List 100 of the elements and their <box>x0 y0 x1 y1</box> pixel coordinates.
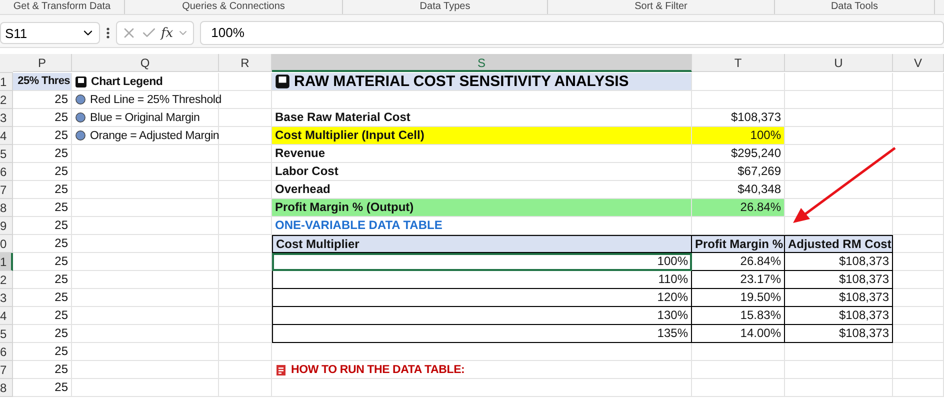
table-cell[interactable] <box>72 163 219 181</box>
row-number[interactable]: 3 <box>0 289 13 307</box>
table-cell[interactable]: 25% Thres <box>13 73 72 91</box>
table-cell[interactable] <box>893 379 944 397</box>
column-header[interactable]: P <box>13 54 72 72</box>
row-number[interactable]: 2 <box>0 271 13 289</box>
table-cell[interactable] <box>272 343 692 361</box>
table-cell[interactable]: 25 <box>13 379 72 397</box>
table-cell[interactable]: 120% <box>272 289 692 307</box>
row-number[interactable]: 5 <box>0 145 13 163</box>
table-cell[interactable]: 25 <box>13 253 72 271</box>
table-cell[interactable]: $108,373 <box>785 253 893 271</box>
table-cell[interactable] <box>893 145 944 163</box>
table-cell[interactable]: 25 <box>13 217 72 235</box>
table-cell[interactable]: ONE-VARIABLE DATA TABLE <box>272 217 692 235</box>
table-cell[interactable]: $108,373 <box>785 289 893 307</box>
table-cell[interactable]: Base Raw Material Cost <box>272 109 692 127</box>
table-cell[interactable] <box>893 127 944 145</box>
table-cell[interactable]: 25 <box>13 307 72 325</box>
table-cell[interactable] <box>72 343 219 361</box>
table-cell[interactable]: 25 <box>13 199 72 217</box>
table-cell[interactable] <box>785 343 893 361</box>
table-cell[interactable] <box>219 379 272 397</box>
table-cell[interactable] <box>219 343 272 361</box>
table-cell[interactable] <box>785 145 893 163</box>
table-cell[interactable]: 26.84% <box>692 199 785 217</box>
table-cell[interactable]: 23.17% <box>692 271 785 289</box>
table-cell[interactable] <box>692 73 785 91</box>
table-cell[interactable]: 25 <box>13 145 72 163</box>
table-cell[interactable] <box>893 361 944 379</box>
table-cell[interactable]: 25 <box>13 235 72 253</box>
table-cell[interactable]: 25 <box>13 109 72 127</box>
table-cell[interactable] <box>893 271 944 289</box>
table-cell[interactable]: Profit Margin % <box>692 235 785 253</box>
table-cell[interactable] <box>785 127 893 145</box>
table-cell[interactable] <box>72 325 219 343</box>
table-cell[interactable] <box>219 361 272 379</box>
table-cell[interactable] <box>893 235 944 253</box>
table-cell[interactable] <box>893 217 944 235</box>
row-number[interactable]: 0 <box>0 235 13 253</box>
table-cell[interactable]: $108,373 <box>785 271 893 289</box>
table-cell[interactable] <box>785 379 893 397</box>
table-cell[interactable]: 25 <box>13 361 72 379</box>
row-number[interactable]: 3 <box>0 109 13 127</box>
table-cell[interactable] <box>72 271 219 289</box>
table-cell[interactable] <box>692 379 785 397</box>
table-cell[interactable]: $295,240 <box>692 145 785 163</box>
table-cell[interactable] <box>893 289 944 307</box>
table-cell[interactable] <box>893 325 944 343</box>
row-number[interactable]: 6 <box>0 163 13 181</box>
column-header[interactable]: U <box>785 54 893 72</box>
row-number[interactable]: 2 <box>0 91 13 109</box>
row-number[interactable]: 8 <box>0 379 13 397</box>
table-cell[interactable]: 19.50% <box>692 289 785 307</box>
table-cell[interactable]: 15.83% <box>692 307 785 325</box>
table-cell[interactable]: Revenue <box>272 145 692 163</box>
table-cell[interactable] <box>72 253 219 271</box>
column-header[interactable]: V <box>893 54 944 72</box>
table-cell[interactable] <box>785 109 893 127</box>
table-cell[interactable]: 25 <box>13 289 72 307</box>
table-cell[interactable]: $108,373 <box>692 109 785 127</box>
table-cell[interactable]: 135% <box>272 325 692 343</box>
table-cell[interactable] <box>893 199 944 217</box>
table-cell[interactable]: Cost Multiplier (Input Cell) <box>272 127 692 145</box>
table-cell[interactable]: 25 <box>13 127 72 145</box>
table-cell[interactable] <box>72 379 219 397</box>
table-cell[interactable]: 110% <box>272 271 692 289</box>
table-cell[interactable] <box>72 235 219 253</box>
formula-field[interactable]: 100% <box>200 21 944 45</box>
select-all-corner[interactable] <box>0 54 13 73</box>
table-cell[interactable] <box>893 181 944 199</box>
row-number[interactable]: 8 <box>0 199 13 217</box>
table-cell[interactable] <box>893 307 944 325</box>
column-header[interactable]: Q <box>72 54 219 72</box>
table-cell[interactable]: $108,373 <box>785 325 893 343</box>
table-cell[interactable]: 25 <box>13 343 72 361</box>
table-cell[interactable]: Adjusted RM Cost <box>785 235 893 253</box>
table-cell[interactable] <box>785 163 893 181</box>
table-cell[interactable] <box>219 91 272 109</box>
table-cell[interactable] <box>72 217 219 235</box>
row-number[interactable]: 6 <box>0 343 13 361</box>
table-cell[interactable] <box>272 379 692 397</box>
row-number[interactable]: 7 <box>0 181 13 199</box>
table-cell[interactable] <box>72 307 219 325</box>
table-cell[interactable] <box>893 163 944 181</box>
table-cell[interactable]: 14.00% <box>692 325 785 343</box>
table-cell[interactable]: $108,373 <box>785 307 893 325</box>
row-number[interactable]: 1 <box>0 73 13 91</box>
table-cell[interactable] <box>785 181 893 199</box>
row-number[interactable]: 4 <box>0 127 13 145</box>
table-cell[interactable] <box>72 361 219 379</box>
table-cell[interactable]: Overhead <box>272 181 692 199</box>
table-cell[interactable] <box>692 343 785 361</box>
table-cell[interactable] <box>893 343 944 361</box>
table-cell[interactable]: 25 <box>13 325 72 343</box>
row-number[interactable]: 7 <box>0 361 13 379</box>
row-number[interactable]: 5 <box>0 325 13 343</box>
table-cell[interactable]: 26.84% <box>692 253 785 271</box>
table-cell[interactable] <box>692 361 785 379</box>
table-cell[interactable] <box>785 361 893 379</box>
